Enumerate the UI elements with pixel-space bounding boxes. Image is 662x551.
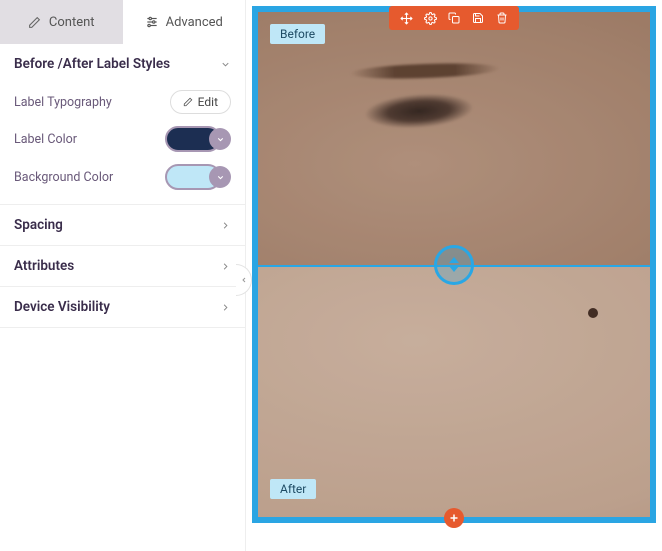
section-attributes: Attributes (0, 246, 245, 287)
collapse-sidebar-handle[interactable] (236, 264, 252, 296)
tabs: Content Advanced (0, 0, 245, 44)
section-attributes-title: Attributes (14, 258, 74, 274)
background-color-control[interactable] (165, 164, 231, 190)
edit-typography-button[interactable]: Edit (170, 90, 231, 114)
before-label: Before (270, 24, 325, 44)
tab-content[interactable]: Content (0, 0, 123, 44)
duplicate-icon[interactable] (447, 11, 461, 25)
row-background-color: Background Color (0, 158, 245, 204)
chevron-right-icon (219, 260, 231, 272)
gear-icon[interactable] (423, 11, 437, 25)
save-icon[interactable] (471, 11, 485, 25)
section-spacing: Spacing (0, 205, 245, 246)
settings-sidebar: Content Advanced Before /After Label Sty… (0, 0, 246, 551)
label-color-label: Label Color (14, 132, 77, 147)
chevron-right-icon (219, 301, 231, 313)
comparison-divider-handle[interactable] (434, 245, 474, 285)
triangle-down-icon (449, 266, 459, 272)
section-label-styles: Before /After Label Styles Label Typogra… (0, 44, 245, 205)
section-device-visibility-header[interactable]: Device Visibility (0, 287, 245, 327)
tab-advanced-label: Advanced (166, 15, 223, 30)
sliders-icon (145, 15, 159, 29)
edit-button-label: Edit (198, 95, 218, 109)
section-label-styles-header[interactable]: Before /After Label Styles (0, 44, 245, 84)
trash-icon[interactable] (495, 11, 509, 25)
section-device-visibility: Device Visibility (0, 287, 245, 328)
tab-advanced[interactable]: Advanced (123, 0, 246, 44)
section-attributes-header[interactable]: Attributes (0, 246, 245, 286)
row-label-typography: Label Typography Edit (0, 84, 245, 120)
label-color-control[interactable] (165, 126, 231, 152)
section-device-visibility-title: Device Visibility (14, 299, 110, 315)
add-widget-button[interactable] (444, 508, 464, 528)
chevron-right-icon (219, 219, 231, 231)
widget-frame[interactable]: Before After (252, 6, 656, 523)
widget-toolbar (389, 6, 519, 30)
chevron-down-icon[interactable] (209, 166, 231, 188)
label-typography-label: Label Typography (14, 95, 112, 110)
after-label: After (270, 479, 316, 499)
triangle-up-icon (449, 257, 459, 263)
section-spacing-title: Spacing (14, 217, 63, 233)
section-label-styles-title: Before /After Label Styles (14, 56, 170, 72)
row-label-color: Label Color (0, 120, 245, 158)
background-color-label: Background Color (14, 170, 113, 185)
tab-content-label: Content (49, 15, 95, 30)
before-after-preview: Before After (258, 12, 650, 517)
chevron-down-icon (219, 58, 231, 70)
canvas-area: Before After (246, 0, 662, 551)
pencil-icon (28, 15, 42, 29)
section-spacing-header[interactable]: Spacing (0, 205, 245, 245)
chevron-down-icon[interactable] (209, 128, 231, 150)
pencil-icon (183, 97, 193, 107)
move-icon[interactable] (399, 11, 413, 25)
